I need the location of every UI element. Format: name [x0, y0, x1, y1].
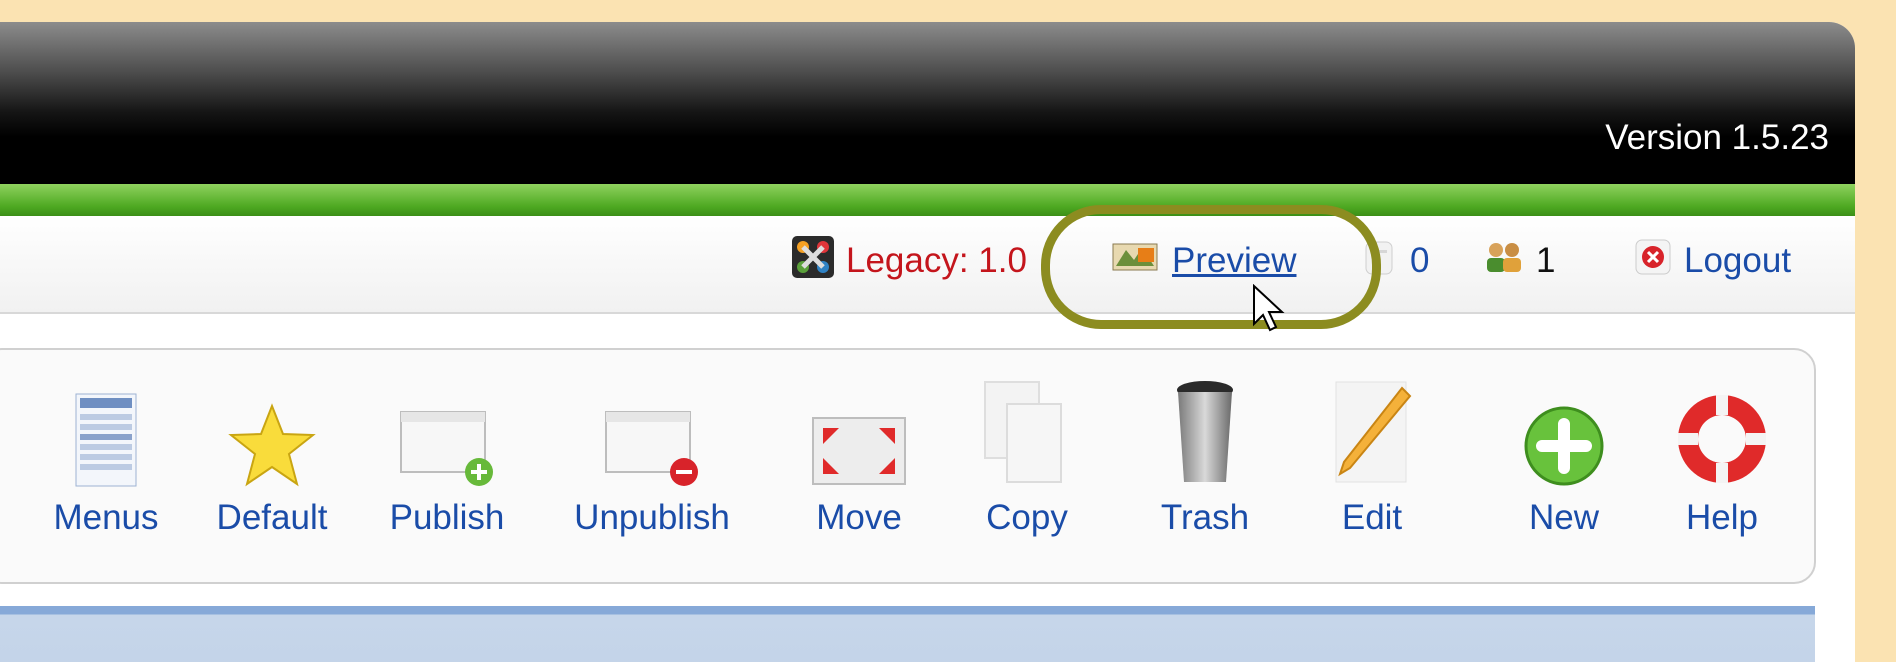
- toolbar-label: Menus: [53, 498, 159, 537]
- copy-button[interactable]: Copy: [947, 378, 1107, 538]
- admin-header: Version 1.5.23: [0, 22, 1855, 184]
- move-button[interactable]: Move: [779, 378, 939, 538]
- status-bar: Legacy: 1.0 Preview 0 1 Logout: [0, 216, 1855, 314]
- move-icon: [812, 417, 906, 485]
- help-button[interactable]: Help: [1642, 378, 1802, 538]
- menus-button[interactable]: Menus: [26, 378, 186, 538]
- default-button[interactable]: Default: [192, 378, 352, 538]
- messages-count: 0: [1410, 241, 1430, 280]
- users-count: 1: [1536, 241, 1556, 280]
- trash-icon: [1177, 381, 1233, 482]
- trash-button[interactable]: Trash: [1125, 378, 1285, 538]
- version-label: Version 1.5.23: [1605, 118, 1829, 157]
- edit-icon: [1335, 381, 1412, 483]
- users-icon: [1484, 240, 1524, 283]
- toolbar-label: New: [1528, 498, 1600, 537]
- toolbar-label: Edit: [1341, 498, 1403, 537]
- toolbar-label: Default: [216, 498, 328, 537]
- admin-window: Version 1.5.23 Legacy: 1.0 Preview 0 1 L…: [0, 22, 1855, 662]
- unpublish-icon: [605, 411, 698, 486]
- new-button[interactable]: New: [1484, 378, 1644, 538]
- users-status[interactable]: 1: [1484, 236, 1555, 286]
- publish-button[interactable]: Publish: [367, 378, 527, 538]
- toolbar-label: Copy: [986, 498, 1068, 537]
- unpublish-button[interactable]: Unpublish: [572, 378, 732, 538]
- logout-label[interactable]: Logout: [1684, 241, 1791, 281]
- edit-button[interactable]: Edit: [1292, 378, 1452, 538]
- toolbar: Menus Default Publish Unpublish Move Cop…: [0, 348, 1816, 584]
- toolbar-label: Move: [816, 498, 902, 537]
- publish-icon: [400, 411, 493, 486]
- toolbar-label: Unpublish: [574, 498, 730, 537]
- logout-icon: [1634, 238, 1672, 285]
- toolbar-label: Publish: [389, 498, 505, 537]
- logout-link[interactable]: Logout: [1634, 236, 1791, 286]
- legacy-status: Legacy: 1.0: [792, 235, 1027, 287]
- joomla-logo-icon: [792, 235, 834, 287]
- mouse-cursor-icon: [1252, 283, 1286, 337]
- copy-icon: [984, 381, 1062, 483]
- star-icon: [228, 403, 316, 487]
- content-header-bar: [0, 606, 1815, 662]
- preview-highlight-circle: [1041, 205, 1381, 329]
- help-icon: [1678, 395, 1766, 483]
- new-icon: [1524, 406, 1604, 486]
- toolbar-label: Help: [1686, 498, 1758, 537]
- toolbar-label: Trash: [1160, 498, 1250, 537]
- menus-icon: [75, 393, 137, 487]
- legacy-label: Legacy: 1.0: [846, 241, 1027, 280]
- menu-bar: [0, 184, 1855, 216]
